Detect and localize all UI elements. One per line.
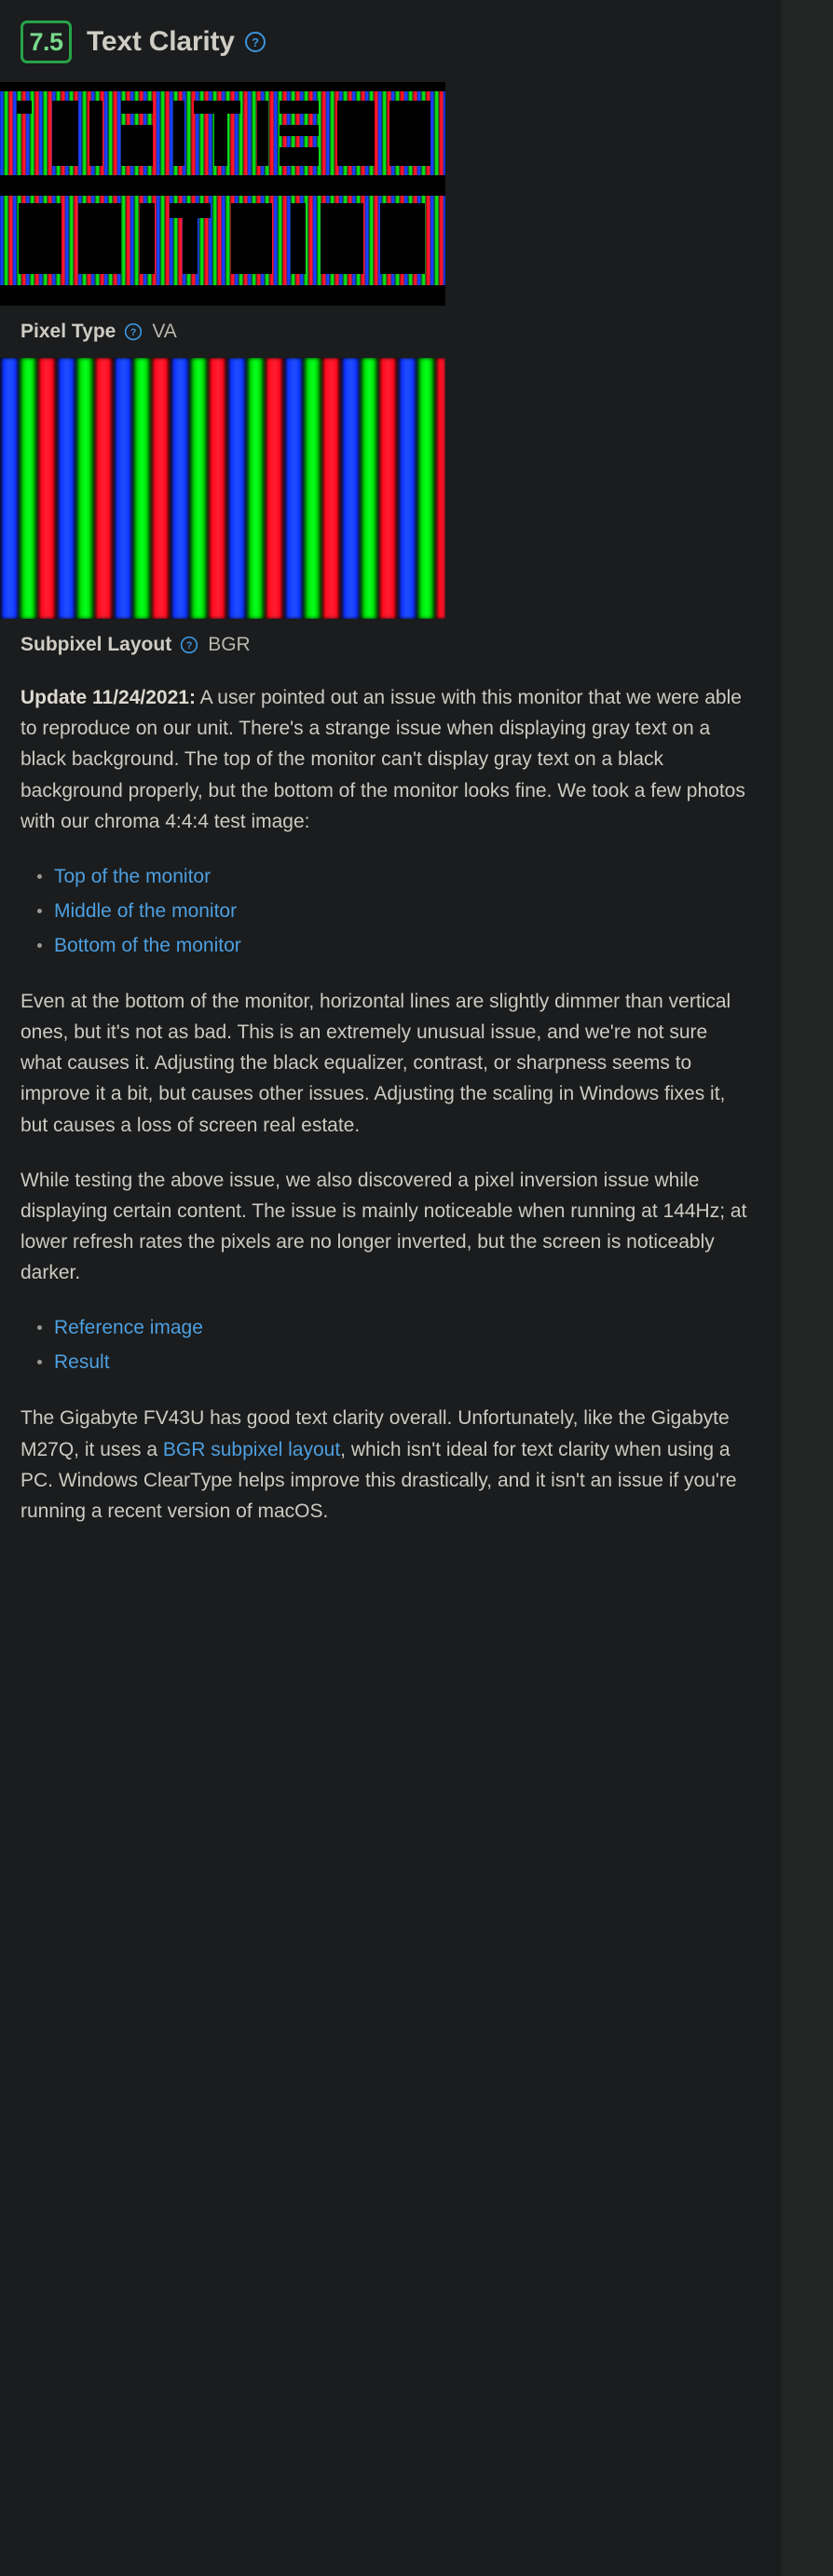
update-paragraph-text: A user pointed out an issue with this mo… xyxy=(20,687,745,832)
link-result[interactable]: Result xyxy=(54,1351,110,1373)
list-item: Reference image xyxy=(37,1312,753,1344)
update-paragraph: Update 11/24/2021: A user pointed out an… xyxy=(20,682,753,837)
link-middle-of-the-monitor[interactable]: Middle of the monitor xyxy=(54,900,237,922)
pixel-type-label: Pixel Type xyxy=(20,321,116,342)
page-root: 7.5 Text Clarity ? Pixel Type ? VA Subpi… xyxy=(0,0,833,2576)
paragraph-horizontal-lines: Even at the bottom of the monitor, horiz… xyxy=(20,990,731,1136)
section-title-group: Text Clarity ? xyxy=(87,26,266,58)
svg-text:?: ? xyxy=(252,35,259,49)
paragraph-pixel-inversion: While testing the above issue, we also d… xyxy=(20,1169,747,1284)
subpixel-layout-value: BGR xyxy=(208,634,251,655)
text-clarity-photo[interactable] xyxy=(0,82,445,306)
spec-row-subpixel-layout: Subpixel Layout ? BGR xyxy=(0,619,781,671)
inversion-link-list: Reference image Result xyxy=(20,1312,753,1378)
subpixel-layout-label-group: Subpixel Layout ? xyxy=(20,634,198,656)
bottom-spacer xyxy=(20,1551,753,1588)
link-reference-image[interactable]: Reference image xyxy=(54,1317,203,1338)
svg-text:?: ? xyxy=(130,327,137,338)
help-circle-icon[interactable]: ? xyxy=(124,322,143,341)
spec-row-pixel-type: Pixel Type ? VA xyxy=(0,306,781,358)
list-item: Result xyxy=(37,1347,753,1378)
page-title: Text Clarity xyxy=(87,26,235,57)
help-circle-icon[interactable]: ? xyxy=(180,636,198,654)
svg-text:?: ? xyxy=(186,640,193,651)
help-circle-icon[interactable]: ? xyxy=(244,31,266,53)
subpixel-layout-label: Subpixel Layout xyxy=(20,634,172,655)
list-item: Bottom of the monitor xyxy=(37,930,753,962)
pixel-type-value: VA xyxy=(152,321,177,342)
subpixel-layout-photo[interactable] xyxy=(0,358,445,619)
score-badge: 7.5 xyxy=(20,21,72,63)
link-bgr-subpixel-layout[interactable]: BGR subpixel layout xyxy=(163,1439,340,1460)
review-section-panel: 7.5 Text Clarity ? Pixel Type ? VA Subpi… xyxy=(0,0,781,2576)
pixel-type-label-group: Pixel Type ? xyxy=(20,321,143,343)
bgr-subpixel-grid xyxy=(0,358,445,619)
link-top-of-the-monitor[interactable]: Top of the monitor xyxy=(54,866,211,887)
update-date-label: Update 11/24/2021: xyxy=(20,687,196,708)
rgb-subpixel-stripes xyxy=(0,82,445,306)
list-item: Top of the monitor xyxy=(37,861,753,893)
review-body: Update 11/24/2021: A user pointed out an… xyxy=(0,671,781,1588)
list-item: Middle of the monitor xyxy=(37,896,753,927)
section-header: 7.5 Text Clarity ? xyxy=(0,0,781,82)
paragraph-summary: The Gigabyte FV43U has good text clarity… xyxy=(20,1403,753,1527)
link-bottom-of-the-monitor[interactable]: Bottom of the monitor xyxy=(54,935,241,956)
photo-link-list: Top of the monitor Middle of the monitor… xyxy=(20,861,753,962)
